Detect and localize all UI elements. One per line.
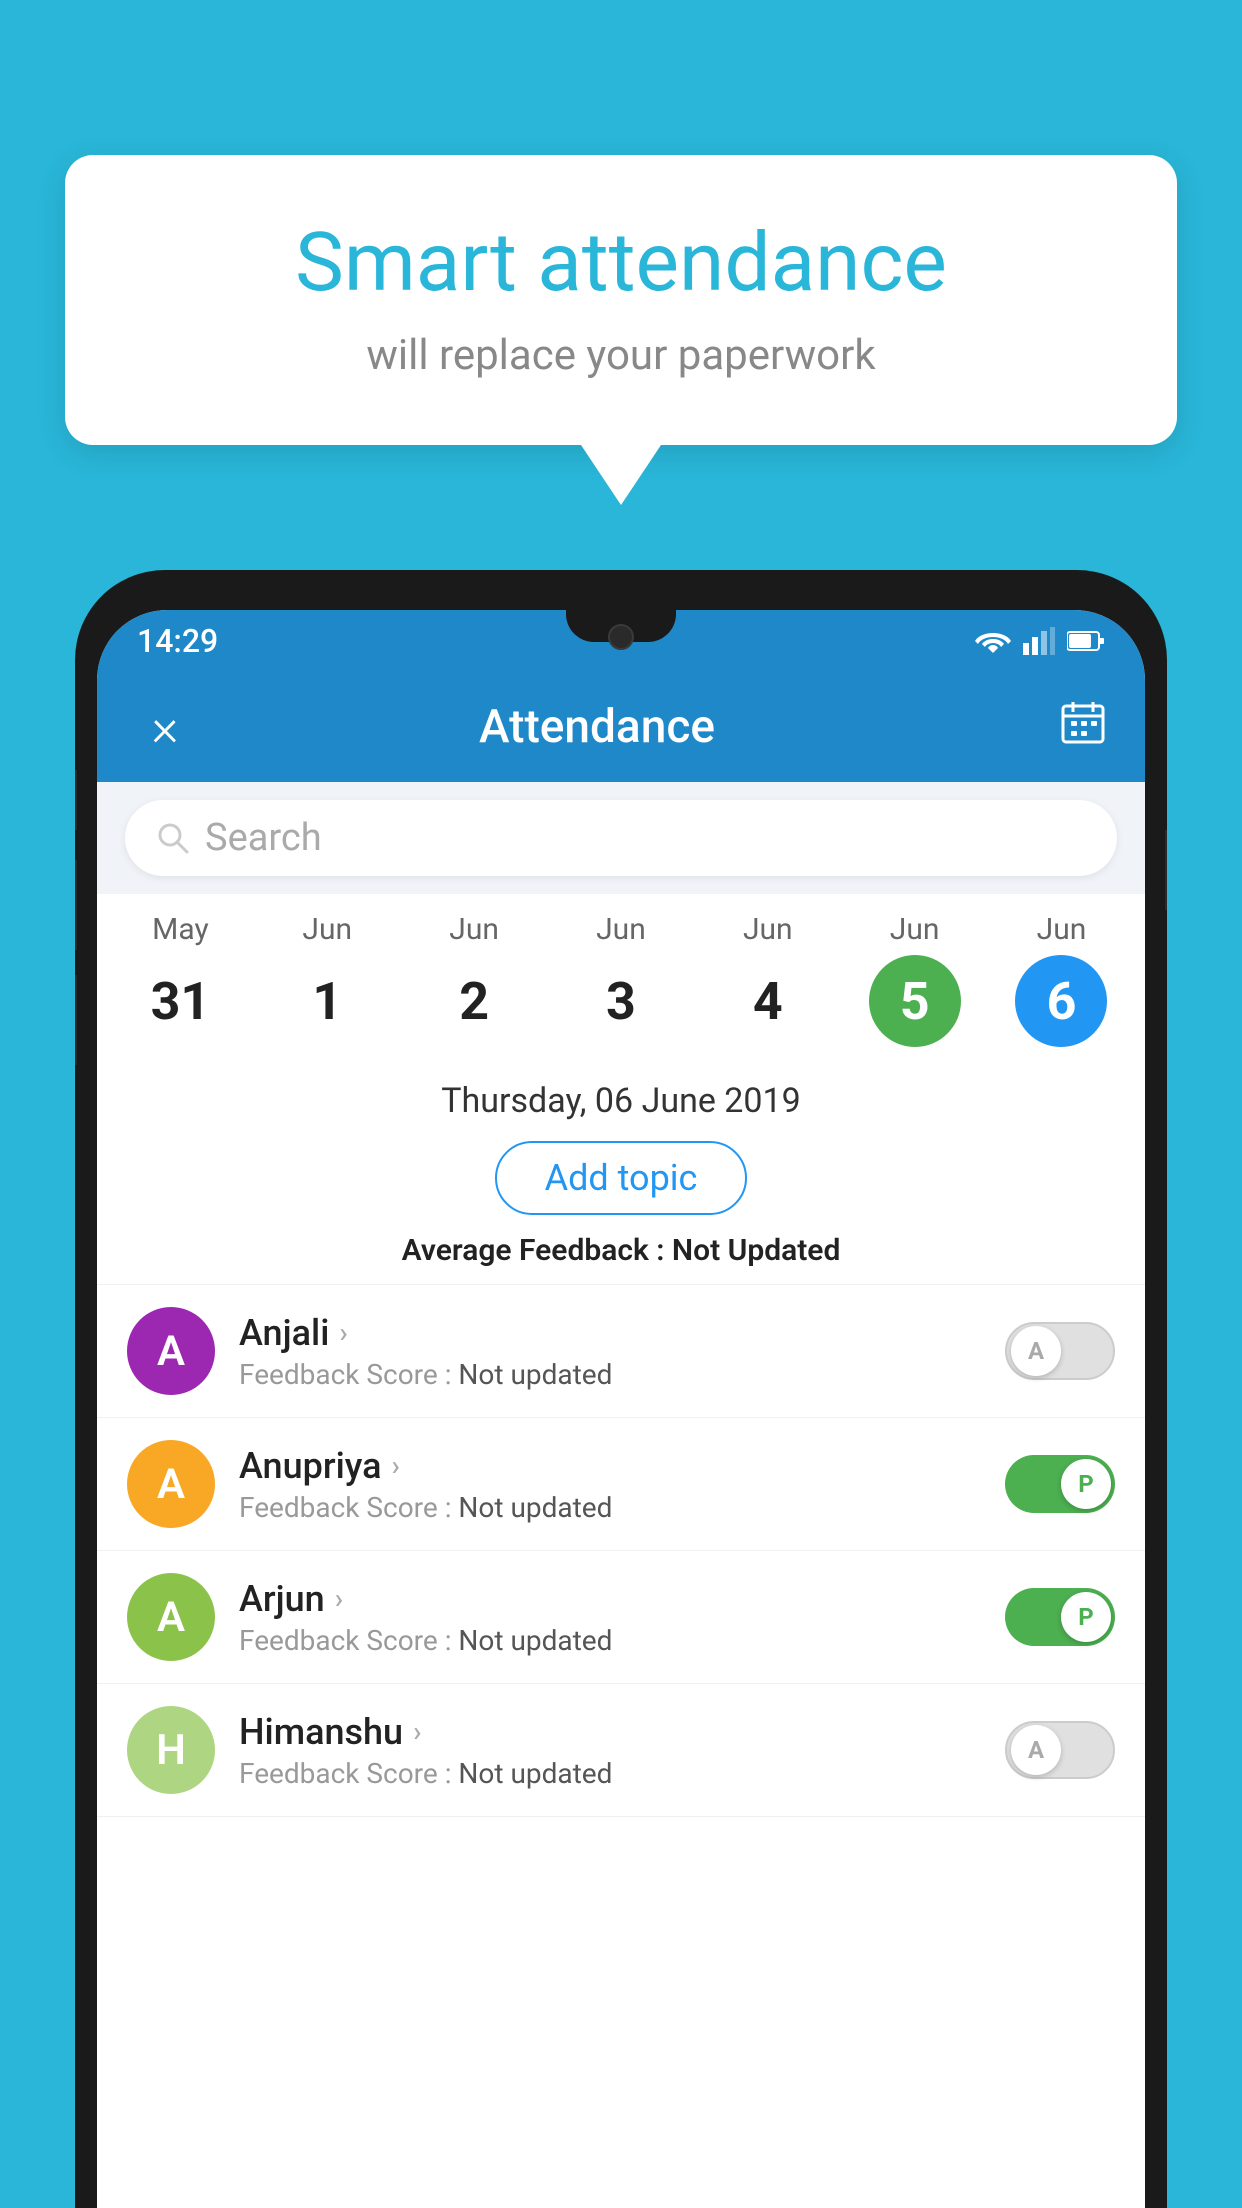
toggle-knob: A [1011,1326,1061,1376]
cal-date-number[interactable]: 4 [722,955,814,1047]
cal-month-label: Jun [743,912,793,947]
signal-icon [1023,627,1055,655]
attendance-toggle[interactable]: P [1005,1455,1115,1513]
cal-month-label: Jun [890,912,940,947]
toggle-knob: A [1011,1725,1061,1775]
app-title: Attendance [135,700,1059,754]
toggle-switch[interactable]: A [1005,1721,1115,1779]
student-feedback: Feedback Score : Not updated [239,1358,981,1391]
search-icon [155,820,191,856]
student-chevron-icon: › [335,1582,343,1615]
student-avatar: A [127,1573,215,1661]
cal-date-number[interactable]: 31 [134,955,226,1047]
speech-bubble: Smart attendance will replace your paper… [65,155,1177,445]
calendar-day[interactable]: Jun 2 [409,912,539,1047]
student-info: Anjali › Feedback Score : Not updated [239,1312,981,1391]
app-bar: × Attendance [97,672,1145,782]
volume-down-button [75,860,77,950]
toggle-switch[interactable]: P [1005,1455,1115,1513]
camera-dot [608,624,634,650]
search-input-wrap[interactable]: Search [125,800,1117,876]
toggle-knob: P [1061,1592,1111,1642]
status-icons [975,627,1105,655]
calendar-day[interactable]: Jun 1 [262,912,392,1047]
toggle-switch[interactable]: A [1005,1322,1115,1380]
student-item[interactable]: H Himanshu › Feedback Score : Not updated A [97,1684,1145,1817]
cal-month-label: Jun [596,912,646,947]
cal-month-label: Jun [1037,912,1087,947]
student-feedback: Feedback Score : Not updated [239,1491,981,1524]
calendar-day[interactable]: Jun 3 [556,912,686,1047]
selected-date: Thursday, 06 June 2019 [127,1081,1115,1121]
status-time: 14:29 [137,622,218,660]
toggle-switch[interactable]: P [1005,1588,1115,1646]
student-info: Anupriya › Feedback Score : Not updated [239,1445,981,1524]
cal-date-number[interactable]: 2 [428,955,520,1047]
search-placeholder: Search [205,816,322,860]
feedback-value: Not updated [458,1624,612,1657]
attendance-toggle[interactable]: A [1005,1721,1115,1779]
speech-bubble-pointer [581,445,661,505]
calendar-day[interactable]: May 31 [115,912,245,1047]
phone-frame: 14:29 [75,570,1167,2208]
student-feedback: Feedback Score : Not updated [239,1624,981,1657]
speech-bubble-container: Smart attendance will replace your paper… [65,155,1177,505]
cal-date-number[interactable]: 1 [281,955,373,1047]
speech-bubble-title: Smart attendance [135,215,1107,311]
student-chevron-icon: › [413,1715,421,1748]
calendar-day[interactable]: Jun 6 [996,912,1126,1047]
phone-screen: 14:29 [97,610,1145,2208]
power-button [1165,830,1167,910]
student-info: Himanshu › Feedback Score : Not updated [239,1711,981,1790]
attendance-toggle[interactable]: P [1005,1588,1115,1646]
cal-date-number[interactable]: 6 [1015,955,1107,1047]
student-chevron-icon: › [339,1316,347,1349]
toggle-knob: P [1061,1459,1111,1509]
speech-bubble-subtitle: will replace your paperwork [135,331,1107,380]
avg-feedback-value: Not Updated [672,1233,840,1268]
student-item[interactable]: A Anupriya › Feedback Score : Not updated P [97,1418,1145,1551]
student-item[interactable]: A Anjali › Feedback Score : Not updated A [97,1285,1145,1418]
cal-date-number[interactable]: 3 [575,955,667,1047]
feedback-value: Not updated [458,1491,612,1524]
student-name: Himanshu › [239,1711,981,1753]
cal-month-label: Jun [302,912,352,947]
student-feedback: Feedback Score : Not updated [239,1757,981,1790]
student-avatar: A [127,1307,215,1395]
volume-up-button [75,770,77,830]
student-avatar: H [127,1706,215,1794]
cal-month-label: May [152,912,208,947]
date-info: Thursday, 06 June 2019 Add topic Average… [97,1057,1145,1285]
feedback-value: Not updated [458,1757,612,1790]
student-list: AAnjali ›Feedback Score : Not updatedAAA… [97,1285,1145,1817]
attendance-toggle[interactable]: A [1005,1322,1115,1380]
student-name: Anjali › [239,1312,981,1354]
cal-month-label: Jun [449,912,499,947]
wifi-icon [975,627,1011,655]
search-container: Search [97,782,1145,894]
student-info: Arjun › Feedback Score : Not updated [239,1578,981,1657]
cal-date-number[interactable]: 5 [869,955,961,1047]
calendar-icon[interactable] [1059,698,1107,757]
student-name: Anupriya › [239,1445,981,1487]
avg-feedback-label: Average Feedback : [402,1233,672,1268]
student-item[interactable]: A Arjun › Feedback Score : Not updated P [97,1551,1145,1684]
feedback-value: Not updated [458,1358,612,1391]
silent-button [75,975,77,1065]
calendar-day[interactable]: Jun 4 [703,912,833,1047]
avg-feedback: Average Feedback : Not Updated [127,1233,1115,1268]
student-chevron-icon: › [392,1449,400,1482]
student-name: Arjun › [239,1578,981,1620]
battery-icon [1067,629,1105,653]
calendar-strip: May 31 Jun 1 Jun 2 Jun 3 Jun 4 Jun 5 Jun 6 [97,894,1145,1057]
student-avatar: A [127,1440,215,1528]
add-topic-button[interactable]: Add topic [495,1141,748,1215]
calendar-day[interactable]: Jun 5 [850,912,980,1047]
